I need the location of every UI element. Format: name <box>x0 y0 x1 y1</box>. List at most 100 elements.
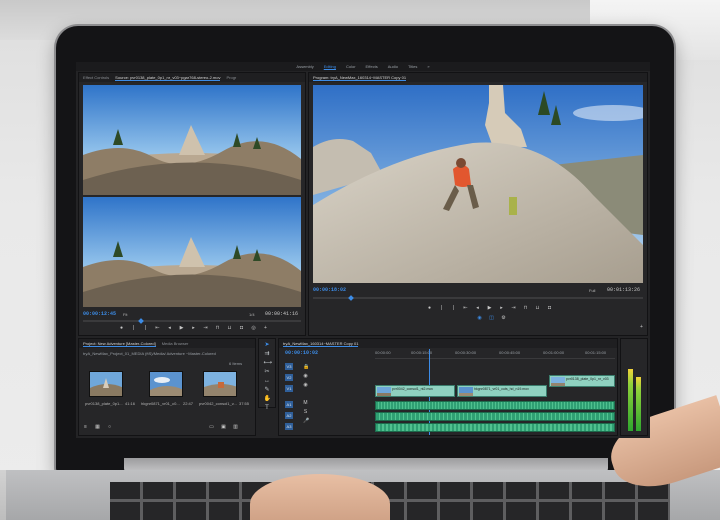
track-a2-label[interactable]: A2 <box>285 412 293 419</box>
go-to-in-icon[interactable]: ⇤ <box>463 306 468 311</box>
pen-tool-icon[interactable]: ✎ <box>264 387 271 394</box>
project-clip-thumb-3[interactable] <box>203 371 237 397</box>
timeline-audio-clip-3[interactable] <box>375 423 615 432</box>
out-point-icon[interactable]: | <box>451 306 456 311</box>
type-tool-icon[interactable]: T <box>264 405 271 412</box>
step-forward-icon[interactable]: ▸ <box>499 306 504 311</box>
source-timecode[interactable]: 00:00:12:45 <box>83 311 116 317</box>
ruler-mark-2: 00:00:30:00 <box>455 350 477 355</box>
step-back-icon[interactable]: ◂ <box>167 326 172 331</box>
tab-program[interactable]: Program: tryA_NewMax_160314~MASTER Copy … <box>313 75 407 81</box>
source-fraction[interactable]: 1/4 <box>249 312 255 317</box>
source-zoom[interactable]: Fit <box>123 312 127 317</box>
settings-icon[interactable]: ⚙ <box>501 316 506 321</box>
export-frame-icon[interactable]: ◘ <box>547 306 552 311</box>
tab-project[interactable]: Project: New Adventure [Master-Colored] <box>83 341 156 347</box>
zoom-slider-icon[interactable]: ○ <box>107 425 112 430</box>
track-v1-label[interactable]: V1 <box>285 385 293 392</box>
program-transport: ● | | ⇤ ◂ ▶ ▸ ⇥ ⊓ ⊔ ◘ <box>427 306 552 311</box>
comparison-view-icon[interactable]: ◫ <box>489 316 494 321</box>
tab-effect-controls[interactable]: Effect Controls <box>83 75 109 80</box>
list-view-icon[interactable]: ≡ <box>83 425 88 430</box>
razor-tool-icon[interactable]: ✂ <box>264 369 271 376</box>
project-clip-thumb-1[interactable] <box>89 371 123 397</box>
program-timecode[interactable]: 00:00:18:02 <box>313 287 346 293</box>
ruler-mark-0: 00:00:00 <box>375 350 391 355</box>
program-scrub-bar[interactable] <box>313 297 643 299</box>
icon-view-icon[interactable]: ▦ <box>95 425 100 430</box>
step-forward-icon[interactable]: ▸ <box>191 326 196 331</box>
project-clip-name-1[interactable]: pvr0138_plate_0p1... <box>85 401 123 406</box>
clip-thumb-3 <box>551 377 565 386</box>
marker-icon[interactable]: ● <box>119 326 124 331</box>
track-v2-label[interactable]: V2 <box>285 374 293 381</box>
track-v3-label[interactable]: V3 <box>285 363 293 370</box>
tab-media-browser[interactable]: Media Browser <box>162 341 189 346</box>
out-point-icon[interactable]: | <box>143 326 148 331</box>
timeline-audio-clip-2[interactable] <box>375 412 615 421</box>
go-to-in-icon[interactable]: ⇤ <box>155 326 160 331</box>
export-frame-icon[interactable]: ◘ <box>239 326 244 331</box>
timeline-video-clip-1[interactable]: pvr0042_consol1_nt2.mov <box>375 385 455 397</box>
workspace-tab-effects[interactable]: Effects <box>366 64 378 69</box>
lift-icon[interactable]: ⊓ <box>523 306 528 311</box>
track-select-tool-icon[interactable]: ⇉ <box>264 351 271 358</box>
hand-tool-icon[interactable]: ✋ <box>264 396 271 403</box>
timeline-video-clip-3[interactable]: pvr0138_plate_0p1_nr_v03 <box>549 375 615 387</box>
new-bin-icon[interactable]: ▭ <box>209 425 214 430</box>
overwrite-icon[interactable]: ⊔ <box>227 326 232 331</box>
timeline-timecode[interactable]: 00:00:10:02 <box>285 350 318 356</box>
timeline-video-clip-2[interactable]: hkgnr0871_vr01_cuts_hd_n19.mov <box>457 385 547 397</box>
toggle-output-icon[interactable]: ◉ <box>303 383 308 388</box>
program-zoom[interactable]: Full <box>589 288 595 293</box>
voice-over-icon[interactable]: 🎤 <box>303 419 309 424</box>
slip-tool-icon[interactable]: ↔ <box>264 378 271 385</box>
ripple-edit-tool-icon[interactable]: ⟷ <box>264 360 273 367</box>
add-button-icon[interactable]: + <box>263 326 268 331</box>
tab-program-short[interactable]: Progr <box>226 75 236 80</box>
toggle-sync-lock-icon[interactable]: 🔒 <box>303 365 309 370</box>
workspace-tab-color[interactable]: Color <box>346 64 356 69</box>
tab-sequence[interactable]: tryA_NewMax_160314~MASTER Copy 01 <box>283 341 359 347</box>
source-scrub-bar[interactable] <box>83 320 301 322</box>
workspace-tab-assembly[interactable]: Assembly <box>296 64 313 69</box>
track-a1-label[interactable]: A1 <box>285 401 293 408</box>
play-icon[interactable]: ▶ <box>179 326 184 331</box>
vr-icon[interactable]: ◉ <box>477 316 482 321</box>
program-video[interactable] <box>313 85 643 283</box>
source-video-top[interactable] <box>83 85 301 195</box>
keyboard <box>110 482 670 520</box>
trash-icon[interactable]: ▥ <box>233 425 238 430</box>
project-clip-name-3[interactable]: pvr0042_consol1_v... <box>199 401 237 406</box>
insert-icon[interactable]: ⊓ <box>215 326 220 331</box>
track-a3-label[interactable]: A3 <box>285 423 293 430</box>
step-back-icon[interactable]: ◂ <box>475 306 480 311</box>
program-add-button-icon[interactable]: + <box>639 325 644 330</box>
project-clip-thumb-2[interactable] <box>149 371 183 397</box>
extract-icon[interactable]: ⊔ <box>535 306 540 311</box>
ruler-mark-3: 00:00:45:00 <box>499 350 521 355</box>
project-clip-name-2[interactable]: hkgnr0871_vr01_c0... <box>141 401 180 406</box>
play-icon[interactable]: ▶ <box>487 306 492 311</box>
program-monitor: Program: tryA_NewMax_160314~MASTER Copy … <box>308 72 648 336</box>
go-to-out-icon[interactable]: ⇥ <box>203 326 208 331</box>
go-to-out-icon[interactable]: ⇥ <box>511 306 516 311</box>
project-clip-dur-2: 22:47 <box>183 401 194 406</box>
solo-icon[interactable]: S <box>303 410 308 415</box>
workspace-tab-titles[interactable]: Titles <box>408 64 417 69</box>
selection-tool-icon[interactable]: ➤ <box>264 342 271 349</box>
vr-icon[interactable]: ◎ <box>251 326 256 331</box>
in-point-icon[interactable]: | <box>131 326 136 331</box>
mute-icon[interactable]: M <box>303 401 308 406</box>
in-point-icon[interactable]: | <box>439 306 444 311</box>
timeline-ruler[interactable]: 00:00:00 00:00:15:00 00:00:30:00 00:00:4… <box>375 349 615 359</box>
timeline-audio-clip-1[interactable] <box>375 401 615 410</box>
workspace-tab-editing[interactable]: Editing <box>324 64 336 69</box>
new-item-icon[interactable]: ▣ <box>221 425 226 430</box>
workspace-tab-audio[interactable]: Audio <box>388 64 398 69</box>
tab-source[interactable]: Source: pvr0138_plate_0p1_nr_v03~pgar768… <box>115 75 221 81</box>
source-video-bottom[interactable] <box>83 197 301 307</box>
workspace-overflow[interactable]: » <box>427 64 429 69</box>
toggle-output-icon[interactable]: ◉ <box>303 374 308 379</box>
marker-icon[interactable]: ● <box>427 306 432 311</box>
